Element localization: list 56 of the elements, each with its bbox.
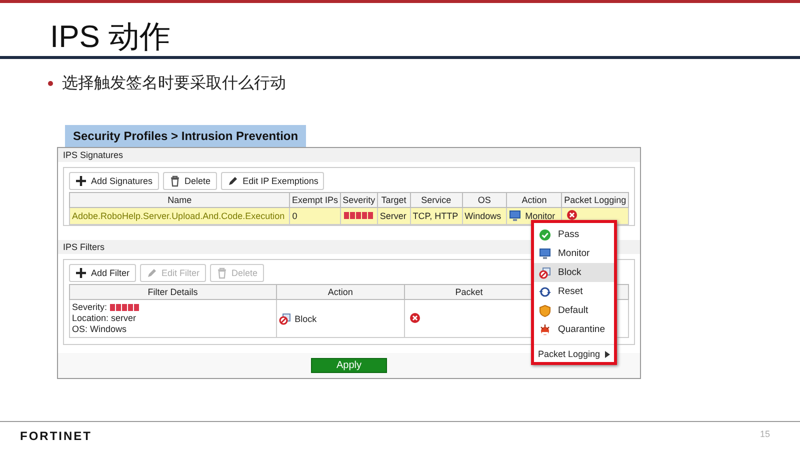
slide-title: IPS 动作 <box>50 19 172 55</box>
column-header: Target <box>377 192 410 208</box>
column-header: Severity <box>340 192 378 208</box>
page-number: 15 <box>760 429 770 441</box>
menu-item[interactable]: Block <box>534 263 614 282</box>
shield-icon <box>539 304 551 316</box>
column-header: Action <box>328 287 353 297</box>
column-header: Filter Details <box>148 287 198 297</box>
block-icon <box>539 266 551 278</box>
column-header: Name <box>70 192 290 208</box>
apply-button[interactable]: Apply <box>311 358 387 373</box>
table-cell: Block <box>294 314 317 324</box>
menu-item[interactable]: Reset <box>534 282 614 301</box>
monitor-icon <box>539 248 551 260</box>
monitor-icon <box>509 210 522 222</box>
menu-item[interactable]: Quarantine <box>534 320 614 339</box>
check-icon <box>539 228 551 240</box>
column-header: OS <box>462 192 507 208</box>
column-header: Packet <box>455 287 483 297</box>
severity-icon <box>110 304 140 311</box>
toolbar-button[interactable]: Delete <box>162 172 217 190</box>
pencil-icon <box>226 175 239 187</box>
signature-row[interactable]: Adobe.RoboHelp.Server.Upload.And.Code.Execution 0 Server TCP, HTTP Windows Monitor <box>70 208 628 224</box>
logo: FORTINET <box>20 429 92 443</box>
column-header: Exempt IPs <box>290 192 340 208</box>
bullet-text: 选择触发签名时要采取什么行动 <box>62 73 286 94</box>
column-header: Service <box>410 192 462 208</box>
bullet-icon <box>48 81 53 86</box>
menu-item[interactable]: Monitor <box>534 244 614 263</box>
reset-icon <box>539 286 551 298</box>
pencil-icon <box>146 267 158 279</box>
menu-item[interactable]: Pass <box>534 225 614 244</box>
menu-item[interactable]: Default <box>534 301 614 320</box>
toolbar-button[interactable]: Edit IP Exemptions <box>220 172 324 190</box>
plus-icon <box>75 175 87 187</box>
filter-detail: OS: Windows <box>72 324 128 335</box>
table-cell: Windows <box>464 211 502 221</box>
toolbar-button[interactable]: Add Filter <box>69 264 136 282</box>
block-icon <box>278 312 291 324</box>
table-cell: 0 <box>292 211 298 221</box>
table-cell: TCP, HTTP <box>412 211 458 221</box>
column-header: Packet Logging <box>562 192 628 208</box>
menu-item[interactable]: Packet Logging <box>534 345 614 360</box>
section-header: IPS Signatures <box>58 148 640 162</box>
table-cell: Server <box>380 211 406 221</box>
plus-icon <box>75 267 87 279</box>
trash-icon <box>216 267 228 279</box>
submenu-arrow-icon <box>605 350 610 358</box>
toolbar-button[interactable]: Add Signatures <box>69 172 159 190</box>
breadcrumb: Security Profiles > Intrusion Prevention <box>65 125 306 147</box>
filter-detail: Severity: <box>72 302 108 313</box>
severity-icon <box>344 212 374 219</box>
trash-icon <box>168 175 181 187</box>
column-header: Action <box>506 192 562 208</box>
quarantine-icon <box>539 324 551 336</box>
filter-detail: Location: server <box>72 313 138 324</box>
